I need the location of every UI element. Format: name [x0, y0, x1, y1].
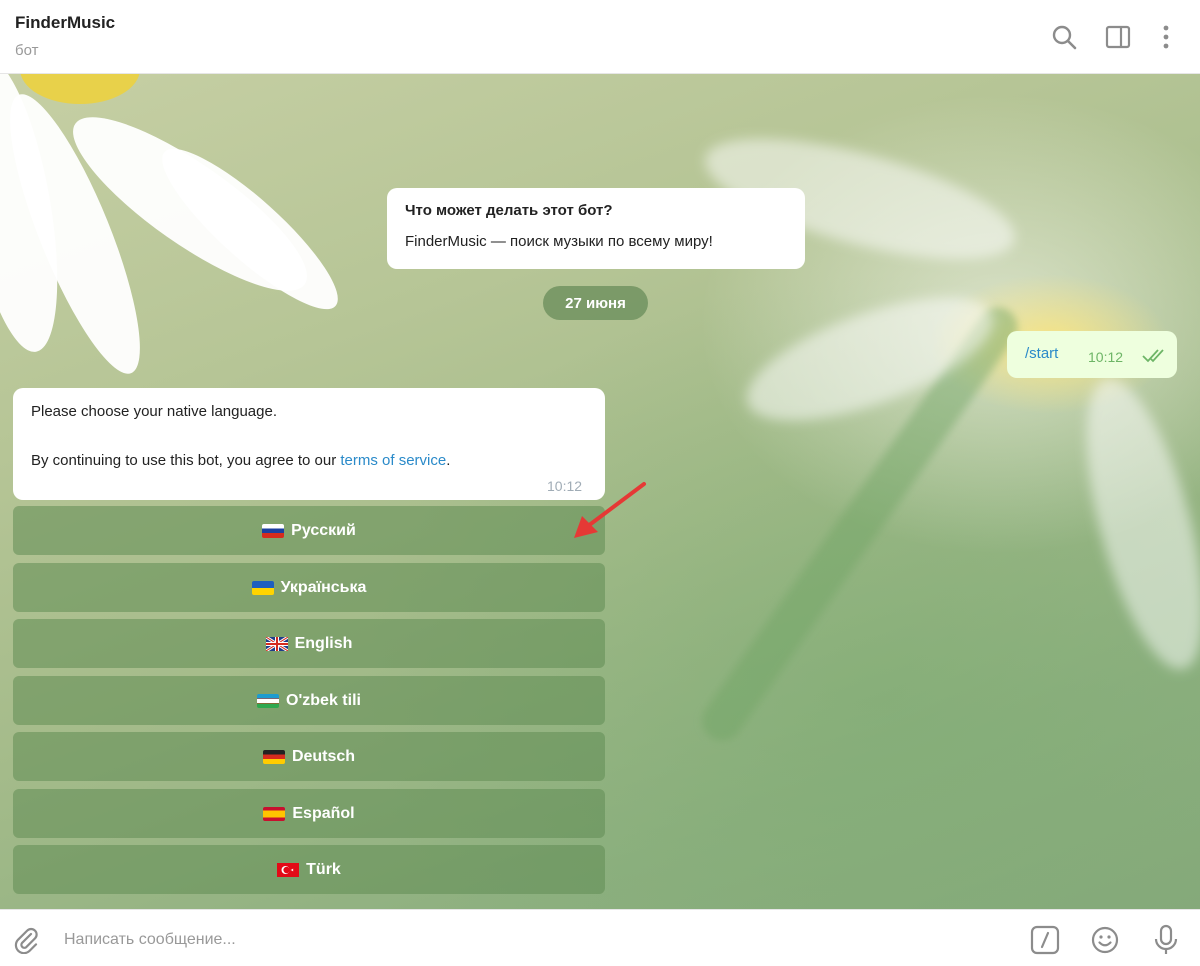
language-button-label: Español [292, 804, 355, 822]
language-button-label: English [294, 634, 353, 652]
germany-flag-icon [262, 749, 285, 764]
terms-of-service-link[interactable]: terms of service [340, 452, 446, 469]
spain-flag-icon [263, 806, 286, 821]
wallpaper-flower-center [20, 74, 140, 104]
russia-flag-icon [262, 523, 285, 538]
outgoing-message[interactable]: /start 10:12 [1007, 331, 1177, 378]
chat-subtitle: бот [15, 42, 39, 59]
uzbekistan-flag-icon [257, 693, 280, 708]
language-button-label: Українська [280, 578, 367, 596]
language-button-ukrainian[interactable]: Українська [13, 563, 605, 612]
emoji-icon[interactable] [1089, 924, 1121, 956]
language-button-russian[interactable]: Русский [13, 506, 605, 555]
slash-command-icon[interactable] [1029, 924, 1061, 956]
message-composer [0, 909, 1200, 966]
chat-header: FinderMusic бот [0, 0, 1200, 74]
language-button-uzbek[interactable]: O'zbek tili [13, 676, 605, 725]
message-text: . [446, 452, 451, 469]
turkey-flag-icon [277, 862, 300, 877]
bot-description-text: FinderMusic — поиск музыки по всему миру… [405, 233, 713, 250]
message-line: By continuing to use this bot, you agree… [31, 452, 450, 469]
bot-command-link[interactable]: /start [1025, 345, 1058, 362]
language-button-label: Deutsch [291, 747, 356, 765]
message-input[interactable] [64, 928, 964, 952]
language-button-label: O'zbek tili [286, 691, 361, 709]
ukraine-flag-icon [251, 580, 274, 595]
united-kingdom-flag-icon [264, 635, 289, 652]
annotation-arrow-icon [574, 482, 646, 538]
language-button-spanish[interactable]: Español [13, 789, 605, 838]
chat-title[interactable]: FinderMusic [15, 13, 115, 33]
language-button-label: Русский [291, 521, 356, 539]
search-icon[interactable] [1047, 20, 1081, 54]
more-vertical-icon[interactable] [1149, 20, 1183, 54]
language-button-label: Türk [306, 860, 341, 878]
paperclip-icon[interactable] [10, 924, 42, 956]
bot-description-title: Что может делать этот бот? [405, 202, 613, 219]
message-text: By continuing to use this bot, you agree… [31, 452, 341, 469]
sidebar-toggle-icon[interactable] [1101, 20, 1135, 54]
language-button-english[interactable]: English [13, 619, 605, 668]
date-separator: 27 июня [543, 286, 648, 320]
incoming-message[interactable]: Please choose your native language. By c… [13, 388, 605, 500]
microphone-icon[interactable] [1150, 924, 1182, 956]
language-button-turkish[interactable]: Türk [13, 845, 605, 894]
bot-description-card: Что может делать этот бот? FinderMusic —… [387, 188, 805, 269]
chat-area[interactable]: Что может делать этот бот? FinderMusic —… [0, 74, 1200, 909]
read-checkmarks-icon [1142, 349, 1164, 363]
wallpaper-petal [1062, 367, 1200, 681]
message-time: 10:12 [1088, 349, 1124, 365]
message-line: Please choose your native language. [31, 403, 278, 420]
language-button-german[interactable]: Deutsch [13, 732, 605, 781]
